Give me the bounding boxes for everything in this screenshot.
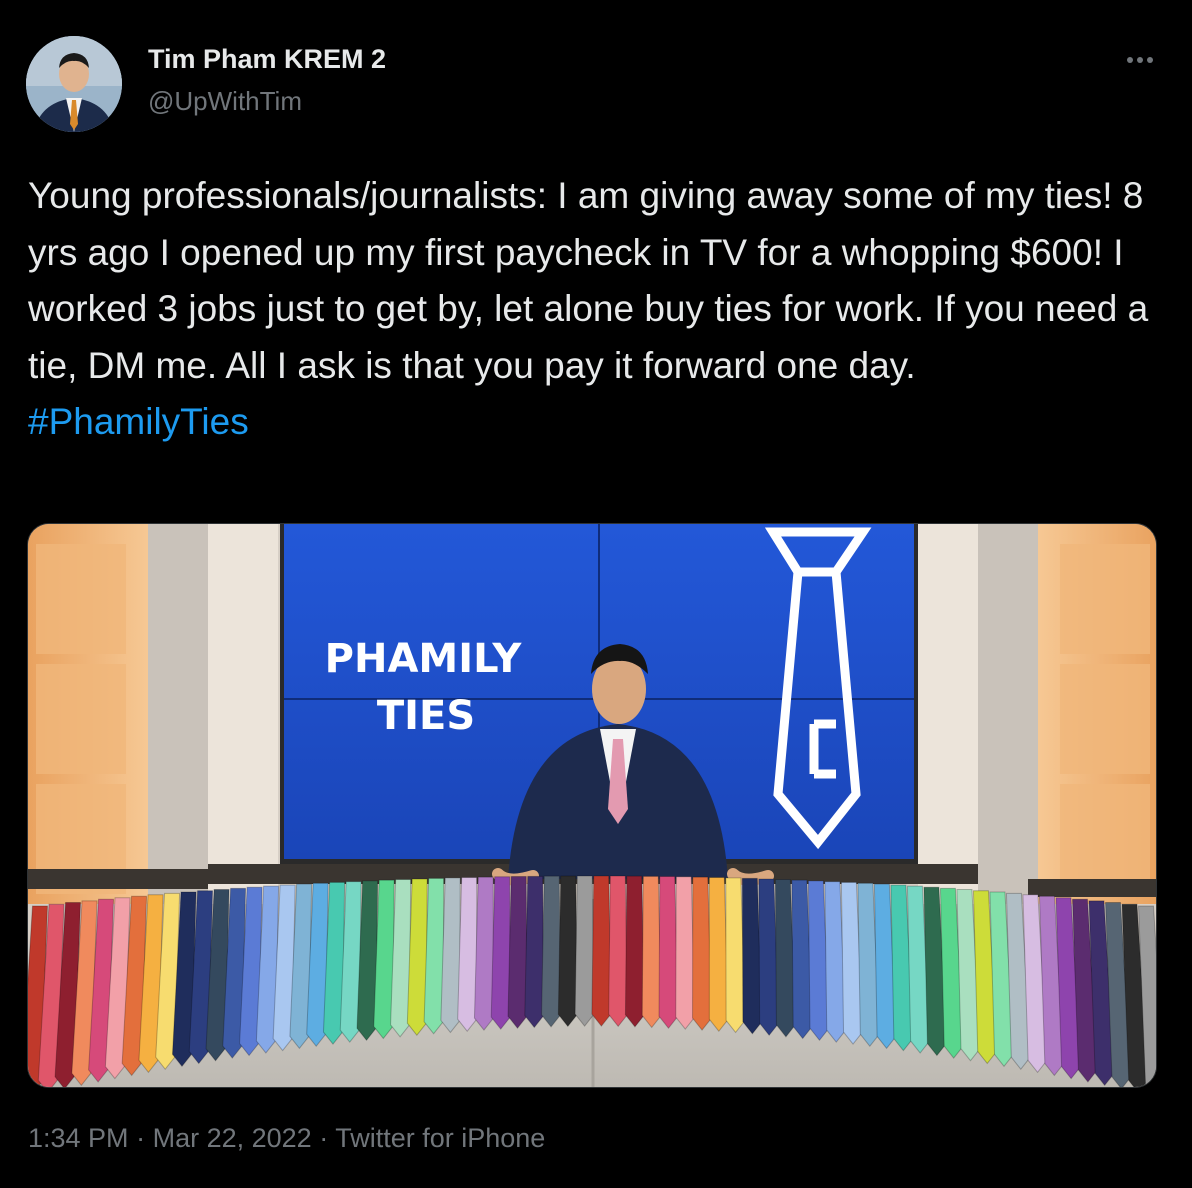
tie xyxy=(641,875,662,1029)
tie xyxy=(524,875,545,1029)
meta-separator: · xyxy=(319,1123,329,1153)
more-horizontal-icon xyxy=(1127,57,1153,63)
tweet-date[interactable]: Mar 22, 2022 xyxy=(153,1123,312,1153)
tweet-body: Young professionals/journalists: I am gi… xyxy=(28,175,1149,386)
tie xyxy=(591,875,612,1027)
tie xyxy=(608,875,629,1028)
tie xyxy=(624,875,645,1028)
screen-text-phamily: PHAMILY xyxy=(325,636,523,682)
tweet-meta: 1:34 PM · Mar 22, 2022 · Twitter for iPh… xyxy=(28,1123,545,1154)
tie xyxy=(473,876,494,1031)
meta-separator: · xyxy=(136,1123,146,1153)
tie xyxy=(557,875,578,1028)
studio-photo: PHAMILY TIES xyxy=(28,524,1156,1087)
tie xyxy=(541,875,562,1028)
tweet-time[interactable]: 1:34 PM xyxy=(28,1123,129,1153)
display-name[interactable]: Tim Pham KREM 2 xyxy=(148,44,386,75)
tie xyxy=(675,876,696,1030)
hashtag-link[interactable]: #PhamilyTies xyxy=(28,401,249,442)
tweet-card: Tim Pham KREM 2 @UpWithTim Young profess… xyxy=(0,0,1192,1188)
avatar[interactable] xyxy=(26,36,122,132)
tweet-source: Twitter for iPhone xyxy=(335,1123,546,1153)
profile-photo xyxy=(26,36,122,132)
screen-text-ties: TIES xyxy=(377,693,475,739)
tie xyxy=(574,875,595,1027)
tie xyxy=(490,876,511,1030)
user-handle[interactable]: @UpWithTim xyxy=(148,86,302,117)
tweet-text: Young professionals/journalists: I am gi… xyxy=(28,168,1168,451)
tie xyxy=(692,876,713,1031)
tweet-media-photo[interactable]: PHAMILY TIES xyxy=(27,523,1157,1088)
more-options-button[interactable] xyxy=(1118,46,1162,74)
tie xyxy=(658,876,679,1029)
tie xyxy=(507,876,528,1029)
